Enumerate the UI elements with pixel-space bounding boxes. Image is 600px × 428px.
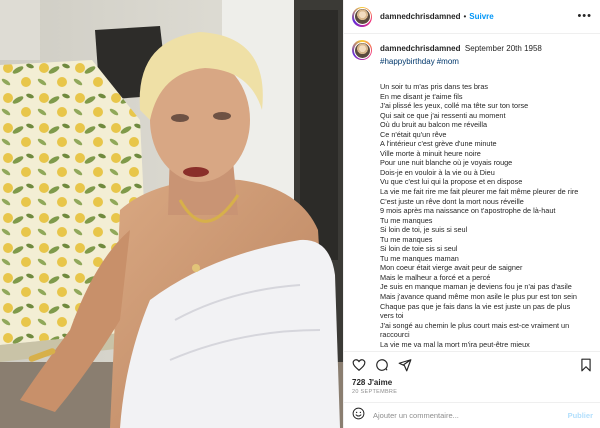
smiley-icon[interactable] [352,407,365,425]
comment-icon[interactable] [375,358,389,372]
poem-line: En me disant je t'aime fils [380,91,463,101]
author-avatar[interactable] [352,6,372,27]
poem-line: J'ai plissé les yeux, collé ma tête sur … [380,101,529,111]
poem-line: Si loin de toi, je suis si seul [380,225,468,235]
poem-line: Je suis en manque maman je deviens fou j… [380,282,572,292]
action-bar [344,351,600,373]
bookmark-icon[interactable] [579,358,593,372]
poem-line: La vie me fait rire me fait pleurer me f… [380,187,579,197]
paper-plane-icon[interactable] [398,358,412,372]
hashtag-link[interactable]: #happybirthday [380,57,435,66]
caption-date: September 20th 1958 [464,44,542,53]
post-caption: damnedchrisdamned September 20th 1958 #h… [352,38,598,348]
poem-line: C'est juste un rêve dont la mort nous ré… [380,196,524,206]
author-username[interactable]: damnedchrisdamned [380,12,460,21]
poem-line: 9 mois après ma naissance on t'apostroph… [380,206,556,216]
like-count[interactable]: 728 J'aime [352,378,392,387]
poem-line: Qui sait ce que j'ai ressenti au moment [380,110,506,120]
caption-poem: Un soir tu m'as pris dans tes bras En me … [380,82,598,348]
post-header: damnedchrisdamned • Suivre ••• [344,0,600,34]
poem-line: Dois-je en vouloir à la vie ou à Dieu [380,167,495,177]
poem-line: Tu me manques [380,234,433,244]
caption-avatar[interactable] [352,40,372,60]
separator-dot: • [463,12,467,21]
caption-text-block: damnedchrisdamned September 20th 1958 #h… [380,38,542,66]
hashtag-link[interactable]: #mom [437,57,459,66]
poem-line: Chaque pas que je fais dans la vie est j… [380,301,571,311]
post-date: 20 SEPTEMBRE [352,389,398,395]
heart-icon[interactable] [352,358,366,372]
post-photo [0,0,343,428]
poem-line: Vu que c'est lui qui la propose et en di… [380,177,523,187]
poem-line: Tu me manques maman [380,253,459,263]
poem-line: J'ai songé au chemin le plus court mais … [380,320,570,330]
caption-header: damnedchrisdamned September 20th 1958 #h… [352,38,598,66]
photo-illustration [0,0,343,428]
poem-line: Un soir tu m'as pris dans tes bras [380,82,489,91]
poem-line: Où du bruit au balcon me réveilla [380,120,488,130]
poem-line: Si loin de toie sis si seul [380,244,458,254]
publish-button[interactable]: Publier [568,411,593,420]
poem-line: Tu me manques [380,215,433,225]
poem-line: Mon coeur était vierge avait peur de sai… [380,263,523,273]
hashtag-list: #happybirthday #mom [380,57,542,66]
poem-line: A l'intérieur c'est grève d'une minute [380,139,497,149]
poem-line: Mais j'avance quand même mon asile le pl… [380,292,577,302]
poem-line: Pour une nuit blanche où je voyais rouge [380,158,513,168]
poem-line: Ce n'était qu'un rêve [380,129,447,139]
caption-username[interactable]: damnedchrisdamned [380,44,460,53]
follow-button[interactable]: Suivre [469,12,493,21]
comment-bar: Publier [344,402,600,428]
poem-line: Ville morte à minuit heure noire [380,148,481,158]
more-options-icon[interactable]: ••• [577,11,592,22]
poem-line: raccourci [380,330,410,340]
poem-line: La vie me va mal la mort m'ira peut-être… [380,339,530,348]
post-side-panel: damnedchrisdamned • Suivre ••• damnedchr… [343,0,600,428]
poem-line: Mais le malheur a forcé et a percé [380,272,491,282]
poem-line: vers toi [380,311,404,321]
comment-input[interactable] [373,411,568,420]
